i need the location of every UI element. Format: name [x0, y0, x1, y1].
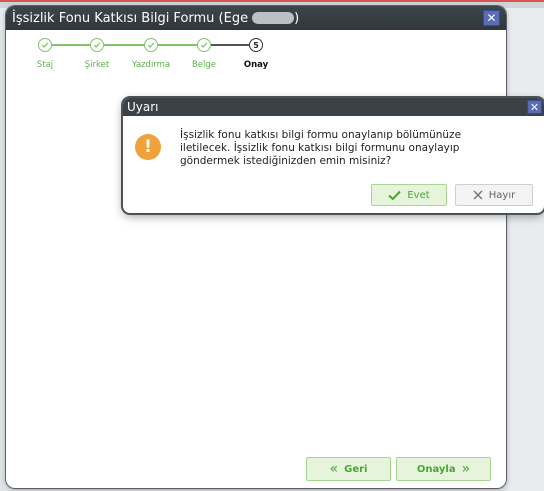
dialog-title: Uyarı	[127, 100, 159, 114]
step-connector	[211, 44, 249, 46]
close-icon: ✕	[529, 100, 540, 114]
step-connector	[104, 44, 144, 46]
redacted-name	[252, 12, 295, 24]
window-title: İşsizlik Fonu Katkısı Bilgi Formu (Ege)	[6, 11, 299, 26]
dialog-message-line: İşsizlik fonu katkısı bilgi formu onayla…	[180, 129, 462, 141]
yes-button[interactable]: Evet	[371, 184, 447, 206]
dialog-close-button[interactable]: ✕	[527, 100, 542, 114]
close-icon: ✕	[486, 11, 497, 25]
yes-button-label: Evet	[407, 189, 430, 201]
step-belge-check-icon[interactable]	[197, 38, 211, 52]
double-chevron-left-icon: «	[329, 461, 339, 477]
warning-icon: !	[135, 134, 161, 160]
background-edge	[0, 30, 4, 491]
step-label-yazdirma: Yazdırma	[131, 60, 171, 70]
approve-button[interactable]: Onayla »	[396, 457, 491, 481]
window-close-button[interactable]: ✕	[483, 10, 500, 26]
dialog-message-line: iletilecek. İşsizlik fonu katkısı bilgi …	[180, 142, 460, 154]
approve-button-label: Onayla	[416, 463, 456, 475]
warning-dialog: Uyarı ✕ ! İşsizlik fonu katkısı bilgi fo…	[123, 98, 544, 213]
main-titlebar[interactable]: İşsizlik Fonu Katkısı Bilgi Formu (Ege) …	[6, 6, 506, 30]
dialog-message: İşsizlik fonu katkısı bilgi formu onayla…	[180, 129, 510, 168]
main-window: İşsizlik Fonu Katkısı Bilgi Formu (Ege) …	[6, 6, 506, 488]
step-label-sirket: Şirket	[84, 60, 110, 70]
window-title-suffix: )	[294, 10, 300, 26]
back-button-label: Geri	[344, 463, 368, 475]
background-accent-line	[0, 0, 544, 2]
check-icon	[388, 190, 402, 200]
dialog-message-line: göndermek istediğinizden emin misiniz?	[180, 155, 392, 167]
step-label-onay: Onay	[243, 60, 269, 70]
step-sirket-check-icon[interactable]	[90, 38, 104, 52]
double-chevron-right-icon: »	[461, 461, 471, 477]
step-staj-check-icon[interactable]	[38, 38, 52, 52]
back-button[interactable]: « Geri	[306, 457, 391, 481]
dialog-titlebar[interactable]: Uyarı ✕	[123, 98, 544, 116]
step-label-staj: Staj	[36, 60, 54, 70]
no-button-label: Hayır	[488, 189, 516, 201]
step-yazdirma-check-icon[interactable]	[144, 38, 158, 52]
step-connector	[158, 44, 197, 46]
step-onay-number[interactable]: 5	[249, 38, 263, 52]
window-title-text: İşsizlik Fonu Katkısı Bilgi Formu (Ege	[12, 10, 249, 26]
stepper: 5 Staj Şirket Yazdırma Belge Onay	[6, 38, 306, 78]
no-button[interactable]: Hayır	[455, 184, 533, 206]
step-label-belge: Belge	[191, 60, 217, 70]
x-icon	[473, 190, 483, 200]
step-connector	[52, 44, 90, 46]
